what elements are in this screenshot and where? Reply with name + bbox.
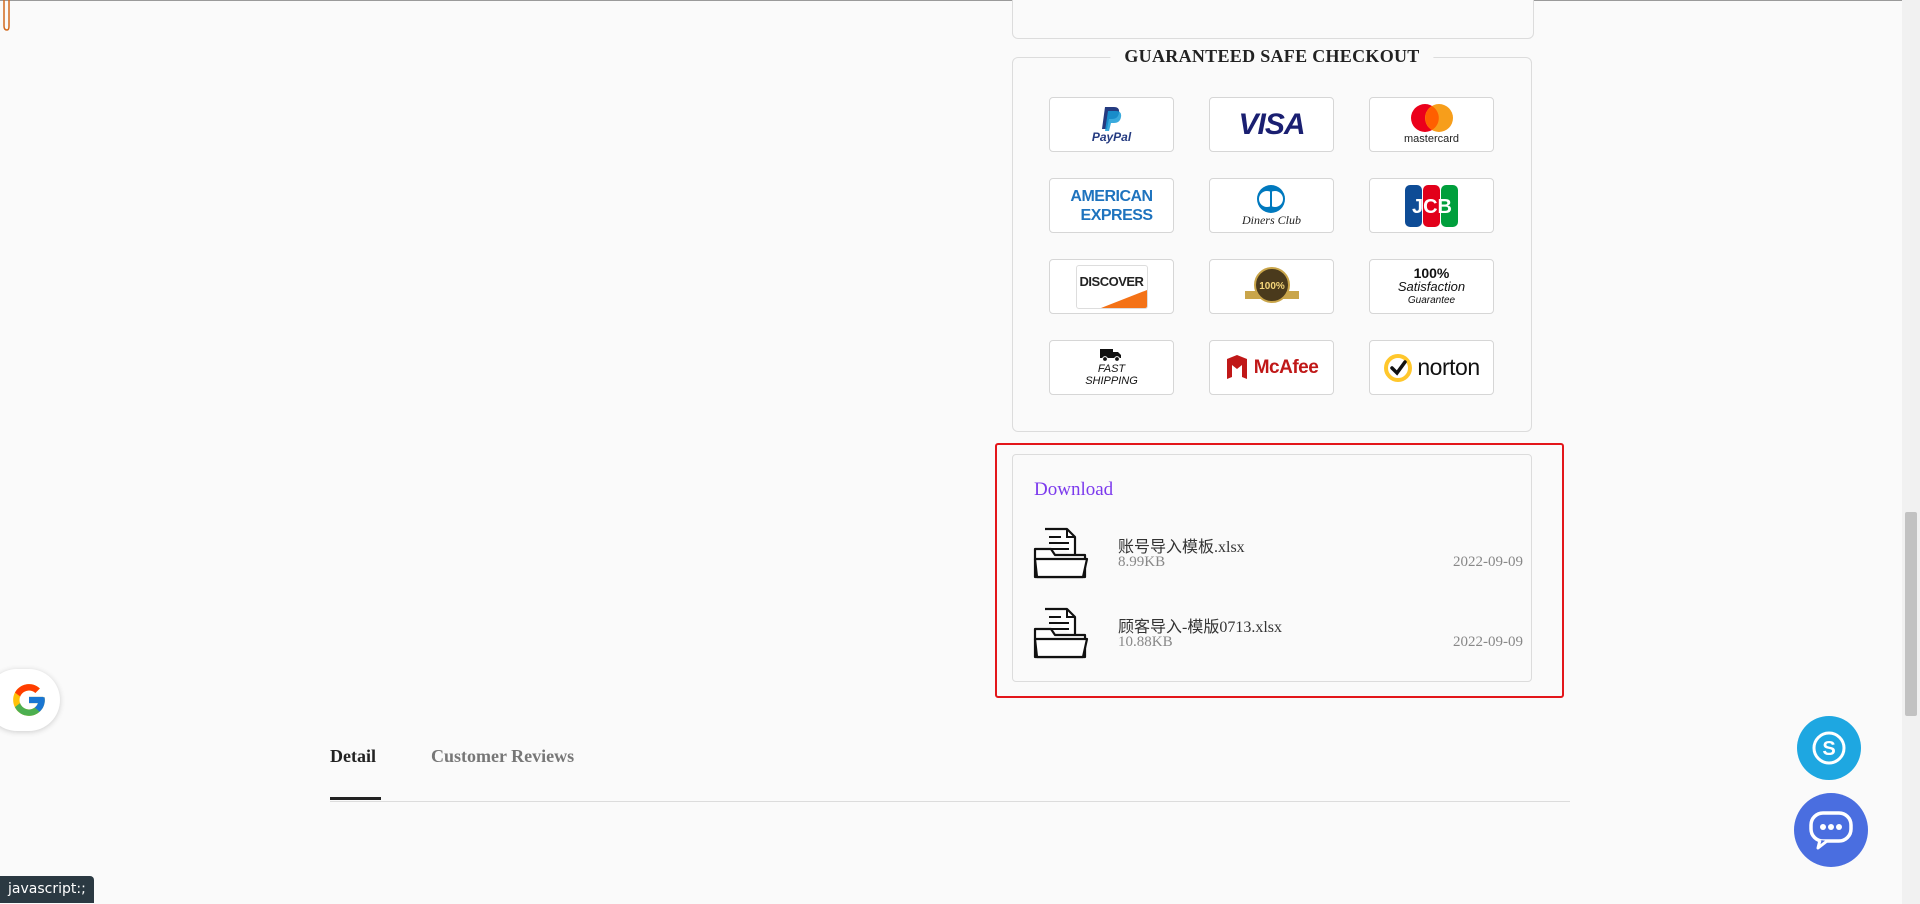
mastercard-icon bbox=[1410, 104, 1453, 132]
satisfaction-badge: 100% Satisfaction Guarantee bbox=[1369, 259, 1494, 314]
seal-label: 100% bbox=[1259, 281, 1285, 292]
discover-badge: DISCOVER bbox=[1049, 259, 1174, 314]
amex-label-1: AMERICAN bbox=[1070, 187, 1153, 205]
visa-label: VISA bbox=[1238, 107, 1305, 141]
shipping-label-1: FAST bbox=[1097, 363, 1126, 375]
seal-icon: 100% bbox=[1244, 266, 1299, 303]
paypal-label: PayPal bbox=[1091, 130, 1132, 144]
truck-icon bbox=[1100, 349, 1122, 362]
norton-label: norton bbox=[1417, 354, 1480, 380]
paypal-icon bbox=[1101, 107, 1121, 131]
mcafee-badge: McAfee bbox=[1209, 340, 1334, 395]
link-status-bar: javascript:; bbox=[0, 876, 94, 903]
diners-club-label: Diners Club bbox=[1241, 213, 1301, 227]
jcb-icon: JCB bbox=[1404, 184, 1458, 227]
mastercard-badge: mastercard bbox=[1369, 97, 1494, 152]
folder-document-icon bbox=[1033, 607, 1089, 659]
download-title: Download bbox=[1034, 479, 1114, 500]
norton-check-icon bbox=[1384, 353, 1413, 382]
skype-button[interactable]: S bbox=[1797, 716, 1861, 780]
active-tab-indicator bbox=[330, 797, 381, 800]
satisfaction-label-3: Guarantee bbox=[1407, 294, 1456, 306]
download-panel: Download 账号导入模板.xlsx 8.99KB 2022-09-09 顾… bbox=[1012, 454, 1532, 682]
diners-club-icon bbox=[1257, 185, 1286, 213]
previous-panel bbox=[1012, 0, 1534, 39]
mcafee-label: McAfee bbox=[1253, 356, 1319, 378]
visa-badge: VISA bbox=[1209, 97, 1334, 152]
chat-icon bbox=[1809, 811, 1853, 850]
amex-label-2: EXPRESS bbox=[1080, 206, 1154, 224]
top-border bbox=[0, 0, 1920, 1]
norton-badge: norton bbox=[1369, 340, 1494, 395]
file-date: 2022-09-09 bbox=[1453, 634, 1523, 650]
discover-stripe bbox=[1100, 289, 1147, 308]
download-file-item[interactable]: 账号导入模板.xlsx 8.99KB 2022-09-09 bbox=[1033, 525, 1523, 581]
amex-badge: AMERICAN EXPRESS bbox=[1049, 178, 1174, 233]
jcb-label: JCB bbox=[1411, 196, 1451, 218]
shipping-label-2: SHIPPING bbox=[1085, 375, 1138, 387]
mastercard-label: mastercard bbox=[1403, 133, 1460, 145]
mcafee-icon bbox=[1226, 354, 1247, 379]
satisfaction-label-1: 100% bbox=[1413, 264, 1450, 281]
file-size: 8.99KB bbox=[1118, 554, 1166, 570]
paperclip-icon bbox=[3, 0, 10, 31]
jcb-badge: JCB bbox=[1369, 178, 1494, 233]
file-size: 10.88KB bbox=[1118, 634, 1173, 650]
skype-icon: S bbox=[1812, 731, 1846, 765]
chat-button[interactable] bbox=[1794, 793, 1868, 867]
paypal-badge: PayPal bbox=[1049, 97, 1174, 152]
google-icon bbox=[13, 684, 45, 716]
checkout-title: GUARANTEED SAFE CHECKOUT bbox=[1110, 46, 1434, 67]
guarantee-seal-badge: 100% bbox=[1209, 259, 1334, 314]
satisfaction-label-2: Satisfaction bbox=[1397, 278, 1466, 294]
download-file-item[interactable]: 顾客导入-模版0713.xlsx 10.88KB 2022-09-09 bbox=[1033, 605, 1523, 661]
scrollbar-thumb[interactable] bbox=[1905, 512, 1917, 716]
scrollbar-track[interactable] bbox=[1902, 0, 1920, 904]
fast-shipping-badge: FAST SHIPPING bbox=[1049, 340, 1174, 395]
diners-club-badge: Diners Club bbox=[1209, 178, 1334, 233]
tab-divider bbox=[330, 801, 1570, 802]
svg-text:S: S bbox=[1822, 738, 1835, 760]
file-date: 2022-09-09 bbox=[1453, 554, 1523, 570]
folder-document-icon bbox=[1033, 527, 1089, 579]
google-button[interactable] bbox=[0, 669, 60, 731]
tab-customer-reviews[interactable]: Customer Reviews bbox=[431, 746, 574, 767]
safe-checkout-panel: GUARANTEED SAFE CHECKOUT PayPal VISA mas… bbox=[1012, 46, 1532, 432]
tab-detail[interactable]: Detail bbox=[330, 746, 376, 767]
